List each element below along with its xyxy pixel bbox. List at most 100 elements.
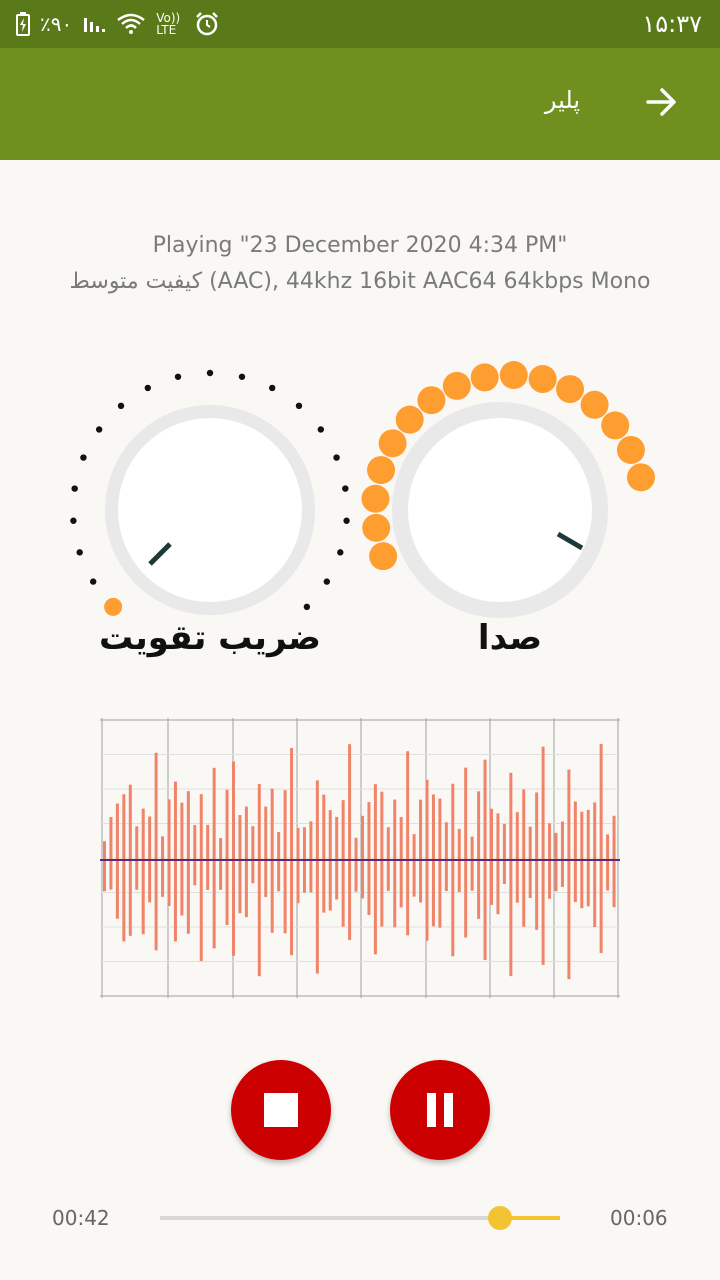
waveform-bar	[515, 812, 519, 903]
gain-knob[interactable]	[70, 369, 350, 616]
gain-dot	[89, 578, 97, 585]
gain-dot	[303, 603, 311, 611]
gain-dot	[104, 597, 123, 616]
waveform-bar	[225, 789, 229, 925]
waveform-bar	[277, 831, 281, 892]
volume-dot	[369, 542, 398, 571]
volume-dot	[395, 405, 424, 434]
waveform-bar	[509, 772, 513, 977]
volume-dot	[417, 386, 446, 415]
playing-title: Playing "23 December 2020 4:34 PM"	[152, 233, 568, 258]
gain-dot	[95, 426, 103, 433]
volume-dot	[361, 484, 390, 513]
gain-knob-face	[118, 418, 302, 602]
waveform-bars	[103, 743, 616, 980]
wifi-icon	[117, 13, 145, 34]
network-type: Vo)) LTE	[156, 11, 181, 37]
stop-icon	[264, 1093, 298, 1127]
waveform-bar	[315, 780, 319, 974]
waveform-bar	[470, 836, 474, 891]
status-time: ۱۵:۳۷	[642, 10, 702, 38]
waveform-bar	[586, 809, 590, 907]
status-bar: ٪۹۰ Vo)) LTE ۱۵:۳۷	[0, 0, 720, 48]
waveform-bar	[560, 821, 564, 887]
waveform-bar	[244, 806, 248, 918]
gain-dot	[323, 578, 331, 585]
waveform-bar	[154, 752, 158, 951]
seek-bar-thumb[interactable]	[488, 1206, 512, 1230]
gain-dot	[70, 517, 77, 524]
gain-dot	[71, 485, 78, 492]
gain-dot	[337, 549, 344, 556]
gain-dot	[117, 402, 125, 410]
waveform-bar	[573, 801, 577, 903]
quality-info: کیفیت متوسط (AAC), 44khz 16bit AAC64 64k…	[69, 269, 651, 294]
waveform-visualizer	[100, 718, 620, 998]
waveform-bar	[612, 815, 616, 908]
waveform-bar	[535, 792, 539, 930]
remaining-time: 00:06	[610, 1206, 668, 1230]
waveform-bar	[522, 789, 526, 927]
arrow-right-icon	[646, 88, 676, 116]
pause-icon	[427, 1093, 453, 1127]
waveform-bar	[122, 794, 126, 942]
gain-dot	[144, 384, 152, 392]
waveform-bar	[109, 817, 113, 890]
waveform-bar	[257, 784, 261, 977]
waveform-bar	[496, 813, 500, 915]
waveform-bar	[296, 827, 300, 904]
waveform-bar	[354, 837, 358, 892]
seek-bar[interactable]	[160, 1206, 560, 1230]
waveform-bar	[232, 761, 235, 956]
waveform-bar	[135, 826, 139, 890]
waveform-bar	[167, 799, 171, 907]
waveform-bar	[193, 825, 197, 886]
waveform-bar	[606, 834, 610, 891]
battery-charging-icon	[16, 12, 30, 36]
status-icons: ٪۹۰ Vo)) LTE	[16, 8, 220, 40]
waveform-bar	[141, 808, 145, 935]
gain-dot	[206, 369, 214, 377]
page-title: پلیر	[544, 86, 580, 114]
waveform-bar	[186, 791, 190, 934]
back-button[interactable]	[638, 78, 686, 126]
volume-dot	[528, 365, 557, 394]
waveform-bar	[309, 821, 313, 893]
waveform-bar	[599, 743, 603, 954]
knobs-panel	[70, 361, 655, 618]
volume-dot	[470, 363, 499, 392]
waveform-bar	[567, 769, 571, 980]
gain-dot	[295, 402, 303, 410]
volume-knob[interactable]	[361, 361, 655, 618]
signal-icon	[84, 18, 106, 32]
volume-dot	[499, 361, 528, 390]
waveform-bar	[173, 781, 177, 942]
waveform-bar	[419, 799, 423, 903]
waveform-bar	[161, 836, 165, 897]
waveform-bar	[444, 822, 448, 892]
elapsed-time: 00:42	[52, 1206, 110, 1230]
gain-label: ضریب تقویت	[99, 618, 321, 658]
gain-dot	[317, 426, 325, 433]
gain-dot	[76, 549, 83, 556]
waveform-bar	[251, 826, 255, 884]
waveform-bar	[341, 800, 345, 927]
app-bar: پلیر	[0, 48, 720, 160]
waveform-bar	[238, 815, 242, 914]
waveform-bar	[490, 808, 493, 905]
volume-dot	[378, 429, 407, 458]
waveform-bar	[103, 841, 106, 892]
waveform-bar	[290, 747, 294, 956]
volume-dot	[616, 435, 645, 464]
waveform-bar	[348, 744, 352, 941]
pause-button[interactable]	[390, 1060, 490, 1160]
stop-button[interactable]	[231, 1060, 331, 1160]
waveform-bar	[593, 802, 597, 928]
gain-dot	[80, 454, 87, 461]
volume-dot	[626, 463, 655, 492]
waveform-bar	[219, 838, 223, 890]
volume-dot	[601, 411, 630, 440]
volume-dot	[556, 375, 585, 404]
gain-dot	[174, 373, 182, 380]
waveform-bar	[451, 783, 455, 957]
